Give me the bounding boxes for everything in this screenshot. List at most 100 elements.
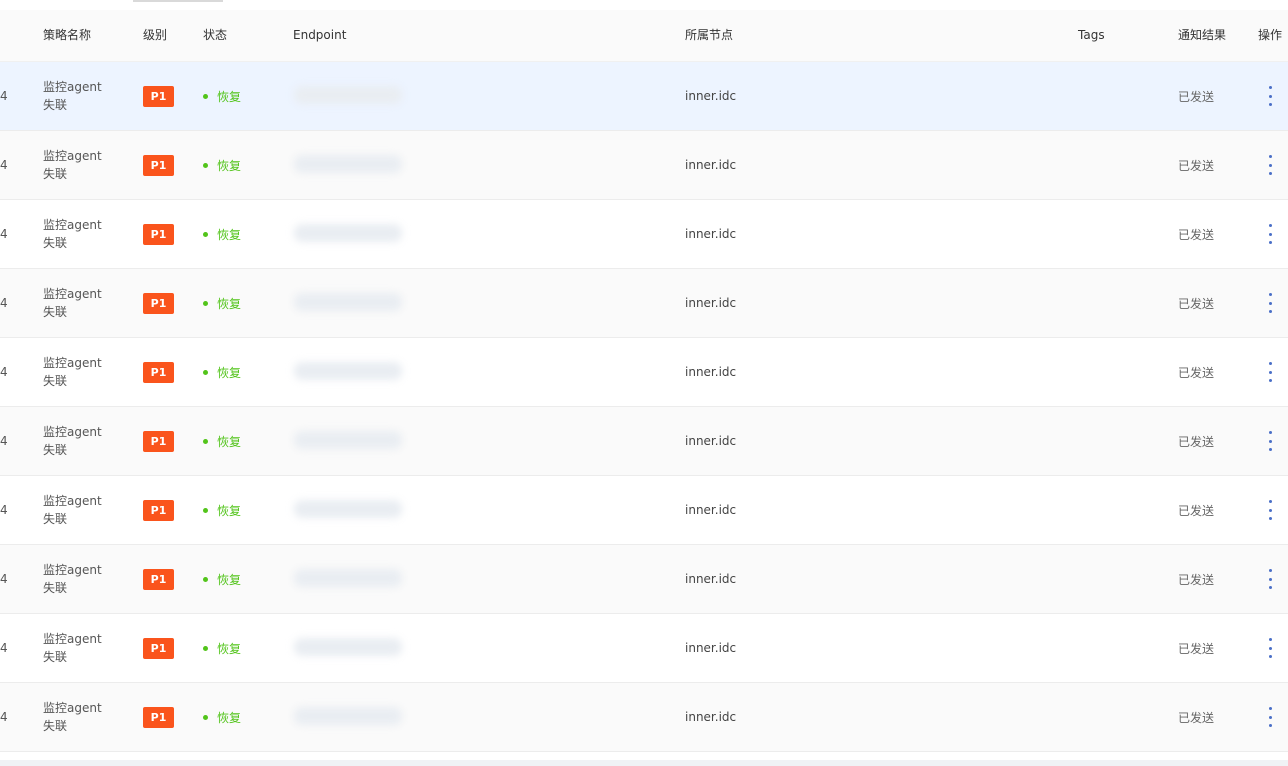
row-id: 4 bbox=[0, 434, 8, 448]
level-badge: P1 bbox=[143, 85, 174, 107]
notify-result-cell: 已发送 bbox=[1178, 365, 1215, 380]
table-row[interactable]: 4 监控agent失联 P1 恢复 inner.idc 已发送 bbox=[0, 614, 1288, 683]
level-badge: P1 bbox=[143, 637, 174, 659]
blurred-endpoint-value bbox=[294, 707, 402, 725]
table-header: 策略名称 级别 状态 Endpoint 所属节点 Tags 通知结果 操作 bbox=[0, 10, 1288, 62]
table-row[interactable]: 4 监控agent失联 P1 恢复 inner.idc 已发送 bbox=[0, 545, 1288, 614]
blurred-endpoint-value bbox=[294, 86, 402, 104]
header-tags[interactable]: Tags bbox=[1078, 10, 1105, 61]
level-cell: P1 bbox=[143, 683, 174, 751]
endpoint-cell bbox=[256, 62, 518, 130]
more-vertical-icon[interactable] bbox=[1262, 636, 1278, 660]
policy-name-link[interactable]: 监控agent失联 bbox=[43, 147, 113, 183]
more-vertical-icon[interactable] bbox=[1262, 222, 1278, 246]
status-cell: 恢复 bbox=[203, 545, 241, 613]
status-label: 恢复 bbox=[217, 641, 242, 656]
more-vertical-icon[interactable] bbox=[1262, 429, 1278, 453]
endpoint-cell bbox=[256, 407, 518, 475]
level-badge: P1 bbox=[143, 706, 174, 728]
status-cell: 恢复 bbox=[203, 407, 241, 475]
table-row[interactable]: 4 监控agent失联 P1 恢复 inner.idc 已发送 bbox=[0, 131, 1288, 200]
status-dot-icon bbox=[203, 645, 208, 651]
more-vertical-icon[interactable] bbox=[1262, 705, 1278, 729]
status-dot-icon bbox=[203, 231, 208, 237]
policy-name-link[interactable]: 监控agent失联 bbox=[43, 561, 113, 597]
horizontal-scrollbar-track[interactable] bbox=[0, 760, 1288, 766]
more-vertical-icon[interactable] bbox=[1262, 153, 1278, 177]
header-status[interactable]: 状态 bbox=[203, 10, 227, 61]
operation-cell bbox=[1258, 614, 1282, 682]
status-dot-icon bbox=[203, 300, 208, 306]
operation-cell bbox=[1258, 131, 1282, 199]
header-notify-result[interactable]: 通知结果 bbox=[1178, 10, 1226, 61]
policy-name-link[interactable]: 监控agent失联 bbox=[43, 78, 113, 114]
node-cell: inner.idc bbox=[685, 434, 737, 448]
status-label: 恢复 bbox=[217, 296, 242, 311]
status-label: 恢复 bbox=[217, 227, 242, 242]
node-cell: inner.idc bbox=[685, 296, 737, 310]
operation-cell bbox=[1258, 62, 1282, 130]
policy-name-link[interactable]: 监控agent失联 bbox=[43, 423, 113, 459]
header-level[interactable]: 级别 bbox=[143, 10, 167, 61]
policy-name-link[interactable]: 监控agent失联 bbox=[43, 492, 113, 528]
blurred-endpoint-value bbox=[294, 638, 402, 656]
endpoint-cell bbox=[256, 614, 518, 682]
table-row[interactable]: 4 监控agent失联 P1 恢复 inner.idc 已发送 bbox=[0, 407, 1288, 476]
status-label: 恢复 bbox=[217, 572, 242, 587]
table-row[interactable]: 4 监控agent失联 P1 恢复 inner.idc 已发送 bbox=[0, 476, 1288, 545]
policy-name-link[interactable]: 监控agent失联 bbox=[43, 216, 113, 252]
level-cell: P1 bbox=[143, 476, 174, 544]
status-cell: 恢复 bbox=[203, 62, 241, 130]
horizontal-scroll-indicator[interactable] bbox=[133, 0, 223, 2]
more-vertical-icon[interactable] bbox=[1262, 498, 1278, 522]
blurred-endpoint-value bbox=[294, 500, 402, 518]
more-vertical-icon[interactable] bbox=[1262, 84, 1278, 108]
status-dot-icon bbox=[203, 507, 208, 513]
status-dot-icon bbox=[203, 93, 208, 99]
notify-result-cell: 已发送 bbox=[1178, 434, 1215, 449]
policy-name-cell: 监控agent失联 bbox=[43, 200, 133, 268]
header-node[interactable]: 所属节点 bbox=[685, 10, 733, 61]
status-cell: 恢复 bbox=[203, 269, 241, 337]
status-dot-icon bbox=[203, 576, 208, 582]
endpoint-cell bbox=[256, 683, 518, 751]
policy-name-link[interactable]: 监控agent失联 bbox=[43, 699, 113, 735]
status-dot-icon bbox=[203, 714, 208, 720]
more-vertical-icon[interactable] bbox=[1262, 291, 1278, 315]
status-cell: 恢复 bbox=[203, 200, 241, 268]
operation-cell bbox=[1258, 407, 1282, 475]
notify-result-cell: 已发送 bbox=[1178, 503, 1215, 518]
level-badge: P1 bbox=[143, 292, 174, 314]
table-row[interactable]: 4 监控agent失联 P1 恢复 inner.idc 已发送 bbox=[0, 338, 1288, 407]
policy-name-link[interactable]: 监控agent失联 bbox=[43, 354, 113, 390]
node-cell: inner.idc bbox=[685, 227, 737, 241]
operation-cell bbox=[1258, 269, 1282, 337]
status-label: 恢复 bbox=[217, 89, 242, 104]
table-row[interactable]: 4 监控agent失联 P1 恢复 inner.idc 已发送 bbox=[0, 683, 1288, 752]
row-id: 4 bbox=[0, 710, 8, 724]
row-id: 4 bbox=[0, 503, 8, 517]
node-cell: inner.idc bbox=[685, 710, 737, 724]
table-row[interactable]: 4 监控agent失联 P1 恢复 inner.idc 已发送 bbox=[0, 269, 1288, 338]
more-vertical-icon[interactable] bbox=[1262, 360, 1278, 384]
row-id: 4 bbox=[0, 641, 8, 655]
notify-result-cell: 已发送 bbox=[1178, 641, 1215, 656]
header-policy-name[interactable]: 策略名称 bbox=[43, 10, 91, 61]
row-id: 4 bbox=[0, 227, 8, 241]
table-row[interactable]: 4 监控agent失联 P1 恢复 inner.idc 已发送 bbox=[0, 200, 1288, 269]
policy-name-link[interactable]: 监控agent失联 bbox=[43, 285, 113, 321]
policy-name-cell: 监控agent失联 bbox=[43, 614, 133, 682]
policy-name-cell: 监控agent失联 bbox=[43, 545, 133, 613]
level-cell: P1 bbox=[143, 269, 174, 337]
policy-name-link[interactable]: 监控agent失联 bbox=[43, 630, 113, 666]
table-row[interactable]: 4 监控agent失联 P1 恢复 inner.idc 已发送 bbox=[0, 62, 1288, 131]
more-vertical-icon[interactable] bbox=[1262, 567, 1278, 591]
header-endpoint[interactable]: Endpoint bbox=[293, 10, 346, 61]
status-label: 恢复 bbox=[217, 434, 242, 449]
notify-result-cell: 已发送 bbox=[1178, 296, 1215, 311]
node-cell: inner.idc bbox=[685, 503, 737, 517]
level-cell: P1 bbox=[143, 200, 174, 268]
node-cell: inner.idc bbox=[685, 365, 737, 379]
policy-name-cell: 监控agent失联 bbox=[43, 476, 133, 544]
policy-name-cell: 监控agent失联 bbox=[43, 62, 133, 130]
